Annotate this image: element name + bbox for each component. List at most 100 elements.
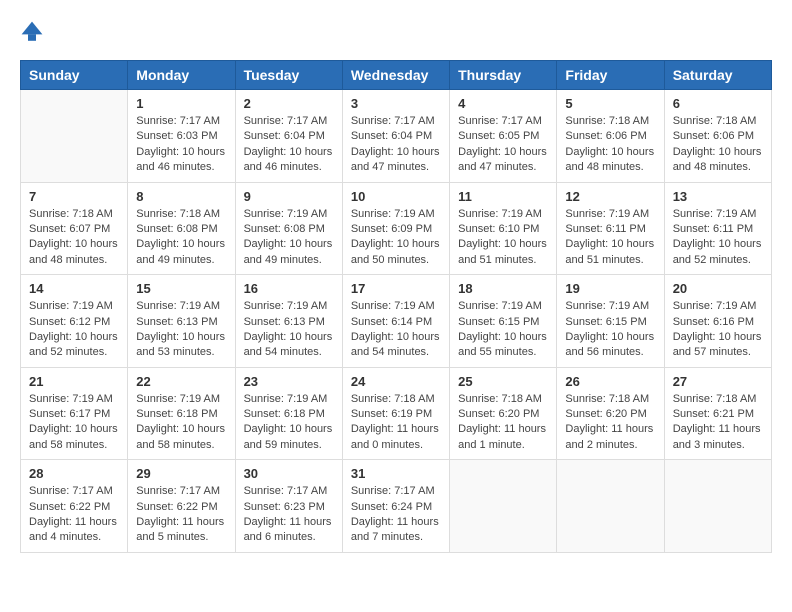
- day-info: Sunrise: 7:19 AM Sunset: 6:18 PM Dayligh…: [136, 392, 226, 454]
- day-info: Sunrise: 7:18 AM Sunset: 6:19 PM Dayligh…: [351, 392, 441, 454]
- day-number: 10: [351, 189, 441, 204]
- day-info: Sunrise: 7:19 AM Sunset: 6:15 PM Dayligh…: [565, 299, 655, 361]
- day-number: 28: [29, 466, 119, 481]
- col-header-thursday: Thursday: [450, 61, 557, 90]
- calendar-cell: 13 Sunrise: 7:19 AM Sunset: 6:11 PM Dayli…: [664, 182, 771, 275]
- logo: [20, 20, 48, 44]
- calendar-cell: 24 Sunrise: 7:18 AM Sunset: 6:19 PM Dayli…: [342, 367, 449, 460]
- page-header: [20, 20, 772, 44]
- day-info: Sunrise: 7:19 AM Sunset: 6:11 PM Dayligh…: [673, 207, 763, 269]
- calendar-cell: 6Sunrise: 7:18 AM Sunset: 6:06 PM Daylig…: [664, 90, 771, 183]
- calendar-cell: 14 Sunrise: 7:19 AM Sunset: 6:12 PM Dayli…: [21, 275, 128, 368]
- day-info: Sunrise: 7:18 AM Sunset: 6:20 PM Dayligh…: [458, 392, 548, 454]
- calendar-cell: 4 Sunrise: 7:17 AM Sunset: 6:05 PM Daylig…: [450, 90, 557, 183]
- day-number: 31: [351, 466, 441, 481]
- day-info: Sunrise: 7:17 AM Sunset: 6:05 PM Dayligh…: [458, 114, 548, 176]
- calendar-cell: [557, 460, 664, 553]
- day-number: 23: [244, 374, 334, 389]
- calendar-cell: 11 Sunrise: 7:19 AM Sunset: 6:10 PM Dayli…: [450, 182, 557, 275]
- day-info: Sunrise: 7:19 AM Sunset: 6:18 PM Dayligh…: [244, 392, 334, 454]
- calendar-cell: 2 Sunrise: 7:17 AM Sunset: 6:04 PM Daylig…: [235, 90, 342, 183]
- calendar-cell: 19 Sunrise: 7:19 AM Sunset: 6:15 PM Dayli…: [557, 275, 664, 368]
- calendar-cell: 18Sunrise: 7:19 AM Sunset: 6:15 PM Dayli…: [450, 275, 557, 368]
- day-number: 20: [673, 281, 763, 296]
- week-row-3: 14 Sunrise: 7:19 AM Sunset: 6:12 PM Dayli…: [21, 275, 772, 368]
- calendar-cell: 29Sunrise: 7:17 AM Sunset: 6:22 PM Dayli…: [128, 460, 235, 553]
- calendar-cell: [664, 460, 771, 553]
- calendar-cell: 3 Sunrise: 7:17 AM Sunset: 6:04 PM Daylig…: [342, 90, 449, 183]
- day-number: 19: [565, 281, 655, 296]
- day-info: Sunrise: 7:19 AM Sunset: 6:09 PM Dayligh…: [351, 207, 441, 269]
- col-header-wednesday: Wednesday: [342, 61, 449, 90]
- day-info: Sunrise: 7:19 AM Sunset: 6:11 PM Dayligh…: [565, 207, 655, 269]
- day-number: 8: [136, 189, 226, 204]
- day-info: Sunrise: 7:17 AM Sunset: 6:03 PM Dayligh…: [136, 114, 226, 176]
- day-number: 2: [244, 96, 334, 111]
- calendar-cell: 23 Sunrise: 7:19 AM Sunset: 6:18 PM Dayli…: [235, 367, 342, 460]
- day-number: 4: [458, 96, 548, 111]
- day-info: Sunrise: 7:18 AM Sunset: 6:21 PM Dayligh…: [673, 392, 763, 454]
- day-info: Sunrise: 7:19 AM Sunset: 6:13 PM Dayligh…: [244, 299, 334, 361]
- calendar-cell: 16 Sunrise: 7:19 AM Sunset: 6:13 PM Dayli…: [235, 275, 342, 368]
- day-number: 27: [673, 374, 763, 389]
- day-number: 25: [458, 374, 548, 389]
- calendar-cell: 27 Sunrise: 7:18 AM Sunset: 6:21 PM Dayli…: [664, 367, 771, 460]
- day-number: 21: [29, 374, 119, 389]
- day-number: 12: [565, 189, 655, 204]
- day-info: Sunrise: 7:17 AM Sunset: 6:22 PM Dayligh…: [29, 484, 119, 546]
- calendar-cell: 15Sunrise: 7:19 AM Sunset: 6:13 PM Dayli…: [128, 275, 235, 368]
- calendar-cell: [21, 90, 128, 183]
- week-row-5: 28 Sunrise: 7:17 AM Sunset: 6:22 PM Dayli…: [21, 460, 772, 553]
- logo-icon: [20, 20, 44, 44]
- day-number: 29: [136, 466, 226, 481]
- calendar-table: SundayMondayTuesdayWednesdayThursdayFrid…: [20, 60, 772, 553]
- calendar-cell: 26Sunrise: 7:18 AM Sunset: 6:20 PM Dayli…: [557, 367, 664, 460]
- day-number: 22: [136, 374, 226, 389]
- day-number: 17: [351, 281, 441, 296]
- day-info: Sunrise: 7:18 AM Sunset: 6:08 PM Dayligh…: [136, 207, 226, 269]
- day-number: 11: [458, 189, 548, 204]
- day-number: 26: [565, 374, 655, 389]
- day-info: Sunrise: 7:19 AM Sunset: 6:14 PM Dayligh…: [351, 299, 441, 361]
- week-row-1: 1 Sunrise: 7:17 AM Sunset: 6:03 PM Daylig…: [21, 90, 772, 183]
- calendar-cell: 10 Sunrise: 7:19 AM Sunset: 6:09 PM Dayli…: [342, 182, 449, 275]
- calendar-cell: 8 Sunrise: 7:18 AM Sunset: 6:08 PM Daylig…: [128, 182, 235, 275]
- day-number: 13: [673, 189, 763, 204]
- calendar-cell: 20Sunrise: 7:19 AM Sunset: 6:16 PM Dayli…: [664, 275, 771, 368]
- calendar-cell: 30 Sunrise: 7:17 AM Sunset: 6:23 PM Dayli…: [235, 460, 342, 553]
- day-number: 6: [673, 96, 763, 111]
- day-number: 30: [244, 466, 334, 481]
- col-header-tuesday: Tuesday: [235, 61, 342, 90]
- col-header-friday: Friday: [557, 61, 664, 90]
- day-number: 16: [244, 281, 334, 296]
- calendar-cell: 22 Sunrise: 7:19 AM Sunset: 6:18 PM Dayli…: [128, 367, 235, 460]
- day-number: 3: [351, 96, 441, 111]
- calendar-cell: 31Sunrise: 7:17 AM Sunset: 6:24 PM Dayli…: [342, 460, 449, 553]
- calendar-cell: 5Sunrise: 7:18 AM Sunset: 6:06 PM Daylig…: [557, 90, 664, 183]
- calendar-header-row: SundayMondayTuesdayWednesdayThursdayFrid…: [21, 61, 772, 90]
- day-info: Sunrise: 7:19 AM Sunset: 6:12 PM Dayligh…: [29, 299, 119, 361]
- calendar-cell: 25 Sunrise: 7:18 AM Sunset: 6:20 PM Dayli…: [450, 367, 557, 460]
- calendar-cell: 21 Sunrise: 7:19 AM Sunset: 6:17 PM Dayli…: [21, 367, 128, 460]
- day-info: Sunrise: 7:17 AM Sunset: 6:23 PM Dayligh…: [244, 484, 334, 546]
- day-info: Sunrise: 7:18 AM Sunset: 6:07 PM Dayligh…: [29, 207, 119, 269]
- day-info: Sunrise: 7:18 AM Sunset: 6:06 PM Dayligh…: [565, 114, 655, 176]
- col-header-sunday: Sunday: [21, 61, 128, 90]
- day-info: Sunrise: 7:17 AM Sunset: 6:04 PM Dayligh…: [244, 114, 334, 176]
- day-number: 1: [136, 96, 226, 111]
- day-number: 7: [29, 189, 119, 204]
- calendar-cell: [450, 460, 557, 553]
- day-number: 14: [29, 281, 119, 296]
- day-number: 24: [351, 374, 441, 389]
- week-row-2: 7 Sunrise: 7:18 AM Sunset: 6:07 PM Daylig…: [21, 182, 772, 275]
- day-info: Sunrise: 7:17 AM Sunset: 6:04 PM Dayligh…: [351, 114, 441, 176]
- day-info: Sunrise: 7:19 AM Sunset: 6:17 PM Dayligh…: [29, 392, 119, 454]
- calendar-cell: 9Sunrise: 7:19 AM Sunset: 6:08 PM Daylig…: [235, 182, 342, 275]
- calendar-cell: 1 Sunrise: 7:17 AM Sunset: 6:03 PM Daylig…: [128, 90, 235, 183]
- calendar-cell: 7 Sunrise: 7:18 AM Sunset: 6:07 PM Daylig…: [21, 182, 128, 275]
- col-header-monday: Monday: [128, 61, 235, 90]
- calendar-cell: 28 Sunrise: 7:17 AM Sunset: 6:22 PM Dayli…: [21, 460, 128, 553]
- day-info: Sunrise: 7:19 AM Sunset: 6:08 PM Dayligh…: [244, 207, 334, 269]
- day-info: Sunrise: 7:19 AM Sunset: 6:10 PM Dayligh…: [458, 207, 548, 269]
- calendar-cell: 12 Sunrise: 7:19 AM Sunset: 6:11 PM Dayli…: [557, 182, 664, 275]
